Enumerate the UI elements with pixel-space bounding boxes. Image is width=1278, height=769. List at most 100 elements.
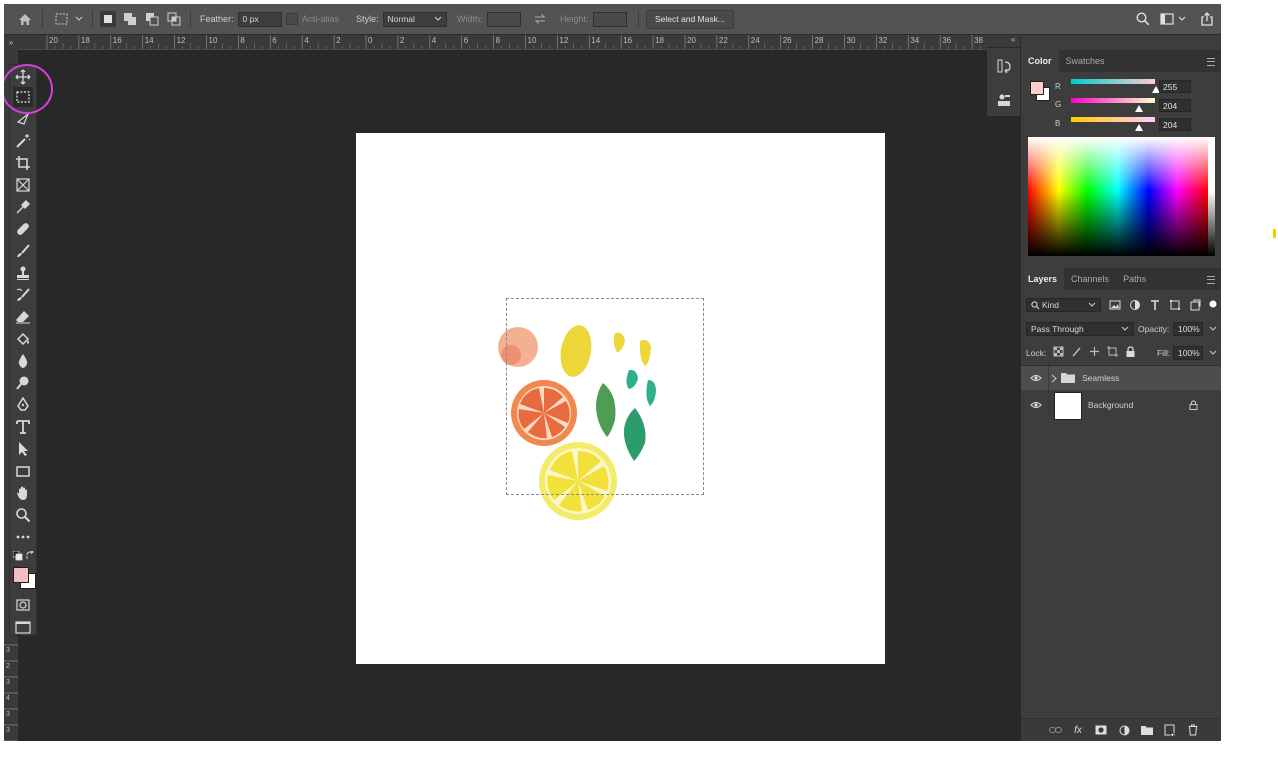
eraser-tool[interactable]: [13, 307, 33, 327]
lock-position-icon[interactable]: [1089, 346, 1100, 357]
layers-panel-menu-icon[interactable]: [1207, 276, 1215, 284]
more-tools[interactable]: [13, 527, 33, 547]
history-brush-tool[interactable]: [13, 285, 33, 305]
layer-name: Seamless: [1082, 373, 1120, 383]
chevron-down-icon[interactable]: [1209, 350, 1217, 356]
anti-alias-checkbox[interactable]: [286, 13, 298, 25]
foreground-color-swatch[interactable]: [13, 567, 29, 583]
hand-tool[interactable]: [13, 483, 33, 503]
width-input[interactable]: [486, 11, 521, 27]
new-layer-icon[interactable]: [1163, 723, 1177, 737]
new-group-folder-icon[interactable]: [1140, 723, 1154, 737]
ruler-label: 38: [974, 36, 983, 45]
chevron-right-icon[interactable]: [1051, 374, 1057, 383]
brush-tool[interactable]: [13, 241, 33, 261]
swap-dimensions-icon[interactable]: [533, 13, 547, 25]
properties-panel-button[interactable]: [994, 90, 1014, 110]
layer-style-fx-icon[interactable]: fx: [1071, 723, 1085, 737]
tab-layers[interactable]: Layers: [1021, 268, 1065, 290]
chevron-down-icon[interactable]: [1209, 326, 1217, 332]
tab-channels[interactable]: Channels: [1064, 268, 1116, 290]
share-icon[interactable]: [1200, 12, 1214, 26]
red-slider[interactable]: [1071, 79, 1155, 84]
clone-stamp-tool[interactable]: [13, 263, 33, 283]
tab-color[interactable]: Color: [1021, 50, 1059, 72]
new-selection-icon[interactable]: [100, 11, 116, 27]
type-layer-filter-icon[interactable]: [1149, 299, 1161, 311]
adjustment-layer-filter-icon[interactable]: [1129, 299, 1141, 311]
ruler-label: 20: [49, 36, 58, 45]
magic-wand-tool[interactable]: [13, 131, 33, 151]
select-and-mask-button[interactable]: Select and Mask...: [646, 9, 734, 29]
chevron-down-icon[interactable]: [1178, 16, 1186, 22]
frame-tool[interactable]: [13, 175, 33, 195]
selection-marquee[interactable]: [506, 298, 704, 495]
search-icon[interactable]: [1136, 12, 1150, 26]
color-panel-foreground-swatch[interactable]: [1030, 81, 1044, 95]
delete-layer-trash-icon[interactable]: [1186, 723, 1200, 737]
paint-bucket-tool[interactable]: [13, 329, 33, 349]
blue-channel-label: B: [1055, 119, 1061, 128]
add-to-selection-icon[interactable]: [122, 11, 138, 27]
adjustment-layer-icon[interactable]: [1117, 723, 1131, 737]
feather-input[interactable]: 0 px: [237, 11, 282, 27]
dock-collapse[interactable]: «: [987, 35, 1020, 47]
lock-transparency-icon[interactable]: [1053, 346, 1064, 357]
layer-filter-select[interactable]: Kind: [1026, 298, 1101, 312]
swap-colors-icon[interactable]: [26, 550, 35, 562]
blur-tool[interactable]: [13, 351, 33, 371]
zoom-tool[interactable]: [13, 505, 33, 525]
history-panel-button[interactable]: [994, 56, 1014, 76]
lock-artboard-icon[interactable]: [1107, 346, 1118, 357]
home-icon[interactable]: [17, 11, 33, 27]
style-select[interactable]: Normal: [382, 11, 447, 27]
opacity-input[interactable]: 100%: [1173, 322, 1203, 336]
visibility-eye-icon[interactable]: [1030, 374, 1042, 382]
green-value-input[interactable]: 204: [1159, 99, 1191, 112]
eyedropper-tool[interactable]: [13, 197, 33, 217]
intersect-selection-icon[interactable]: [166, 11, 182, 27]
layer-row-seamless[interactable]: Seamless: [1021, 366, 1221, 390]
toolbar-collapse[interactable]: »: [4, 35, 18, 49]
visibility-eye-icon[interactable]: [1030, 401, 1042, 409]
blue-slider-thumb[interactable]: [1135, 124, 1143, 131]
filter-toggle-icon[interactable]: [1209, 299, 1217, 311]
lock-all-icon[interactable]: [1125, 346, 1136, 357]
fill-input[interactable]: 100%: [1173, 346, 1203, 360]
height-input[interactable]: [592, 11, 627, 27]
green-slider-thumb[interactable]: [1135, 105, 1143, 112]
tab-swatches[interactable]: Swatches: [1059, 50, 1112, 72]
rectangle-tool[interactable]: [13, 461, 33, 481]
pixel-layer-filter-icon[interactable]: [1109, 299, 1121, 311]
blue-value-input[interactable]: 204: [1159, 118, 1191, 131]
type-tool[interactable]: [13, 417, 33, 437]
document-canvas[interactable]: [356, 133, 885, 664]
add-mask-icon[interactable]: [1094, 723, 1108, 737]
tab-paths[interactable]: Paths: [1116, 268, 1153, 290]
default-colors-icon[interactable]: [12, 550, 23, 563]
dodge-tool[interactable]: [13, 373, 33, 393]
smart-object-filter-icon[interactable]: [1189, 299, 1201, 311]
tool-preset-picker[interactable]: [54, 11, 84, 27]
path-selection-tool[interactable]: [13, 439, 33, 459]
lock-pixels-icon[interactable]: [1071, 346, 1082, 357]
workspace-icon[interactable]: [1160, 13, 1174, 25]
red-value-input[interactable]: 255: [1159, 80, 1191, 93]
subtract-from-selection-icon[interactable]: [144, 11, 160, 27]
green-slider[interactable]: [1071, 98, 1155, 103]
healing-brush-tool[interactable]: [13, 219, 33, 239]
pen-tool[interactable]: [13, 395, 33, 415]
color-panel-menu-icon[interactable]: [1207, 58, 1215, 66]
shape-layer-filter-icon[interactable]: [1169, 299, 1181, 311]
quick-mask-button[interactable]: [13, 595, 33, 615]
blend-mode-select[interactable]: Pass Through: [1026, 322, 1134, 336]
color-spectrum[interactable]: [1028, 137, 1215, 256]
layer-row-background[interactable]: Background: [1021, 391, 1221, 420]
blue-slider[interactable]: [1071, 117, 1155, 122]
grayscale-ramp[interactable]: [1208, 137, 1215, 256]
green-channel-label: G: [1055, 100, 1062, 109]
paint-bucket-icon: [16, 332, 30, 346]
link-layers-icon[interactable]: [1048, 723, 1062, 737]
screen-mode-button[interactable]: [13, 617, 33, 637]
crop-tool[interactable]: [13, 153, 33, 173]
